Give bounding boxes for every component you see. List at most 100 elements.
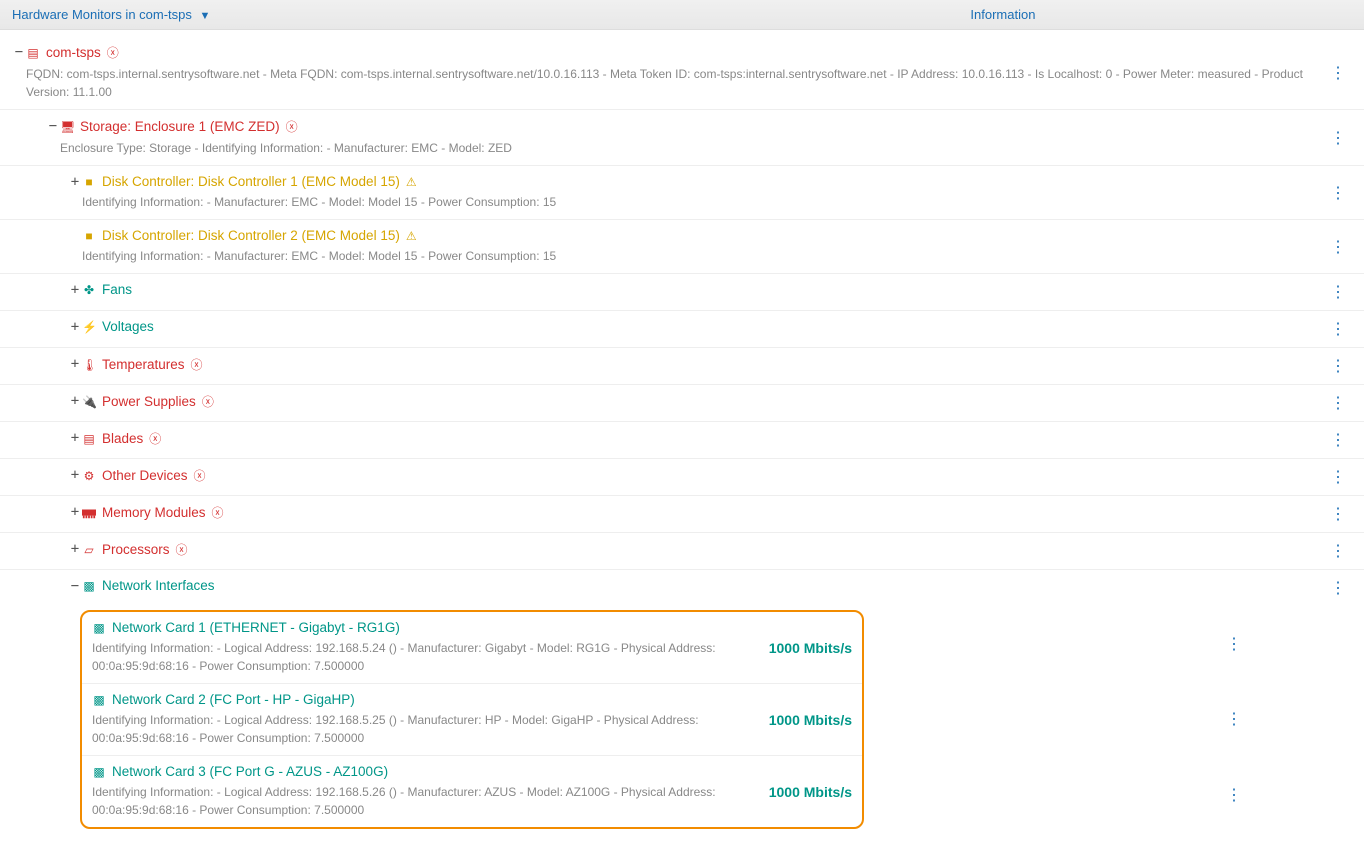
header-info-tab[interactable]: Information (970, 7, 1035, 22)
disk-icon: ■ (82, 229, 96, 243)
chevron-down-icon: ▼ (200, 10, 211, 22)
error-icon: ⓧ (202, 393, 214, 410)
gears-icon: ⚙ (82, 469, 96, 483)
collapse-icon[interactable]: − (68, 578, 82, 594)
node-metric: 1000 Mbits/s (769, 640, 852, 656)
tree: − ▤ com-tsps ⓧ FQDN: com-tsps.internal.s… (0, 30, 1364, 833)
expand-icon[interactable]: + (68, 319, 82, 335)
tree-node-other-devices[interactable]: + ⚙ Other Devices ⓧ ⋮ (0, 458, 1364, 495)
node-label: Voltages (102, 319, 154, 334)
node-label: Fans (102, 282, 132, 297)
tree-node-power-supplies[interactable]: + 🔌 Power Supplies ⓧ ⋮ (0, 384, 1364, 421)
options-menu-icon[interactable]: ⋮ (1322, 504, 1354, 524)
tree-node-blades[interactable]: + ▤ Blades ⓧ ⋮ (0, 421, 1364, 458)
options-menu-icon[interactable]: ⋮ (1322, 282, 1354, 302)
expand-icon[interactable]: + (68, 356, 82, 372)
expand-icon[interactable]: + (68, 467, 82, 483)
node-details: FQDN: com-tsps.internal.sentrysoftware.n… (26, 65, 1322, 101)
tree-node-enclosure[interactable]: − 🖥 Storage: Enclosure 1 (EMC ZED) ⓧ Enc… (0, 109, 1364, 165)
network-card-icon: ▩ (92, 693, 106, 707)
warning-icon: ⚠ (406, 175, 417, 189)
options-menu-icon[interactable]: ⋮ (1218, 709, 1250, 729)
cpu-icon: ▱ (82, 543, 96, 557)
expand-icon[interactable]: + (68, 541, 82, 557)
highlight-frame: ▩ Network Card 1 (ETHERNET - Gigabyt - R… (80, 610, 864, 829)
voltage-icon: ⚡ (82, 320, 96, 334)
node-label: Disk Controller: Disk Controller 2 (EMC … (102, 228, 400, 243)
node-label: Power Supplies (102, 394, 196, 409)
node-label: Blades (102, 431, 143, 446)
node-details: Identifying Information: - Logical Addre… (92, 639, 749, 675)
expand-icon[interactable]: + (68, 504, 82, 520)
node-metric: 1000 Mbits/s (769, 784, 852, 800)
node-details: Identifying Information: - Logical Addre… (92, 783, 749, 819)
network-card-icon: ▩ (92, 765, 106, 779)
header-bar: Hardware Monitors in com-tsps ▼ Informat… (0, 0, 1364, 30)
error-icon: ⓧ (212, 504, 224, 521)
tree-node-temperatures[interactable]: + 🌡 Temperatures ⓧ ⋮ (0, 347, 1364, 384)
options-menu-icon[interactable]: ⋮ (1322, 578, 1354, 598)
server-icon: ▤ (26, 46, 40, 60)
expand-icon[interactable]: + (68, 430, 82, 446)
tree-node-host[interactable]: − ▤ com-tsps ⓧ FQDN: com-tsps.internal.s… (0, 36, 1364, 109)
node-label: Network Card 2 (FC Port - HP - GigaHP) (112, 692, 355, 707)
header-title-text: Hardware Monitors in com-tsps (12, 7, 192, 22)
options-menu-icon[interactable]: ⋮ (1218, 785, 1250, 805)
node-label: Disk Controller: Disk Controller 1 (EMC … (102, 174, 400, 189)
options-menu-icon[interactable]: ⋮ (1322, 183, 1354, 203)
tree-node-disk-controller-2[interactable]: + ■ Disk Controller: Disk Controller 2 (… (0, 219, 1364, 273)
tree-node-nic-2[interactable]: ▩ Network Card 2 (FC Port - HP - GigaHP)… (82, 683, 862, 755)
memory-icon (82, 506, 96, 520)
options-menu-icon[interactable]: ⋮ (1218, 634, 1250, 654)
tree-node-network-interfaces[interactable]: − ▩ Network Interfaces ⋮ (0, 569, 1364, 606)
fan-icon: ✤ (82, 283, 96, 297)
tree-node-fans[interactable]: + ✤ Fans ⋮ (0, 273, 1364, 310)
expand-icon[interactable]: + (68, 282, 82, 298)
node-label: Memory Modules (102, 505, 206, 520)
error-icon: ⓧ (149, 430, 161, 447)
node-label: Processors (102, 542, 170, 557)
options-menu-icon[interactable]: ⋮ (1322, 430, 1354, 450)
node-details: Enclosure Type: Storage - Identifying In… (60, 139, 1322, 157)
options-menu-icon[interactable]: ⋮ (1322, 541, 1354, 561)
tree-node-nic-1[interactable]: ▩ Network Card 1 (ETHERNET - Gigabyt - R… (82, 612, 862, 683)
options-menu-icon[interactable]: ⋮ (1322, 319, 1354, 339)
collapse-icon[interactable]: − (12, 44, 26, 60)
network-icon: ▩ (82, 579, 96, 593)
node-label: Network Card 1 (ETHERNET - Gigabyt - RG1… (112, 620, 400, 635)
error-icon: ⓧ (176, 541, 188, 558)
tree-node-processors[interactable]: + ▱ Processors ⓧ ⋮ (0, 532, 1364, 569)
node-label: Network Interfaces (102, 578, 215, 593)
tree-node-nic-3[interactable]: ▩ Network Card 3 (FC Port G - AZUS - AZ1… (82, 755, 862, 827)
error-icon: ⓧ (191, 356, 203, 373)
options-menu-icon[interactable]: ⋮ (1322, 128, 1354, 148)
options-menu-icon[interactable]: ⋮ (1322, 237, 1354, 257)
disk-icon: ■ (82, 175, 96, 189)
expand-icon[interactable]: + (68, 174, 82, 190)
tree-node-voltages[interactable]: + ⚡ Voltages ⋮ (0, 310, 1364, 347)
tree-node-disk-controller-1[interactable]: + ■ Disk Controller: Disk Controller 1 (… (0, 165, 1364, 219)
error-icon: ⓧ (194, 467, 206, 484)
tree-node-memory-modules[interactable]: + Memory Modules ⓧ ⋮ (0, 495, 1364, 532)
warning-icon: ⚠ (406, 229, 417, 243)
node-label: com-tsps (46, 45, 101, 60)
node-label: Other Devices (102, 468, 188, 483)
collapse-icon[interactable]: − (46, 118, 60, 134)
enclosure-icon: 🖥 (60, 120, 74, 134)
node-label: Network Card 3 (FC Port G - AZUS - AZ100… (112, 764, 388, 779)
blade-icon: ▤ (82, 432, 96, 446)
node-metric: 1000 Mbits/s (769, 712, 852, 728)
network-card-icon: ▩ (92, 621, 106, 635)
options-menu-icon[interactable]: ⋮ (1322, 356, 1354, 376)
node-details: Identifying Information: - Logical Addre… (92, 711, 749, 747)
header-title[interactable]: Hardware Monitors in com-tsps ▼ (12, 7, 210, 22)
options-menu-icon[interactable]: ⋮ (1322, 467, 1354, 487)
options-menu-icon[interactable]: ⋮ (1322, 393, 1354, 413)
error-icon: ⓧ (286, 118, 298, 135)
options-menu-icon[interactable]: ⋮ (1322, 63, 1354, 83)
plug-icon: 🔌 (82, 395, 96, 409)
node-details: Identifying Information: - Manufacturer:… (82, 193, 1322, 211)
expand-icon[interactable]: + (68, 393, 82, 409)
node-label: Storage: Enclosure 1 (EMC ZED) (80, 119, 280, 134)
node-details: Identifying Information: - Manufacturer:… (82, 247, 1322, 265)
